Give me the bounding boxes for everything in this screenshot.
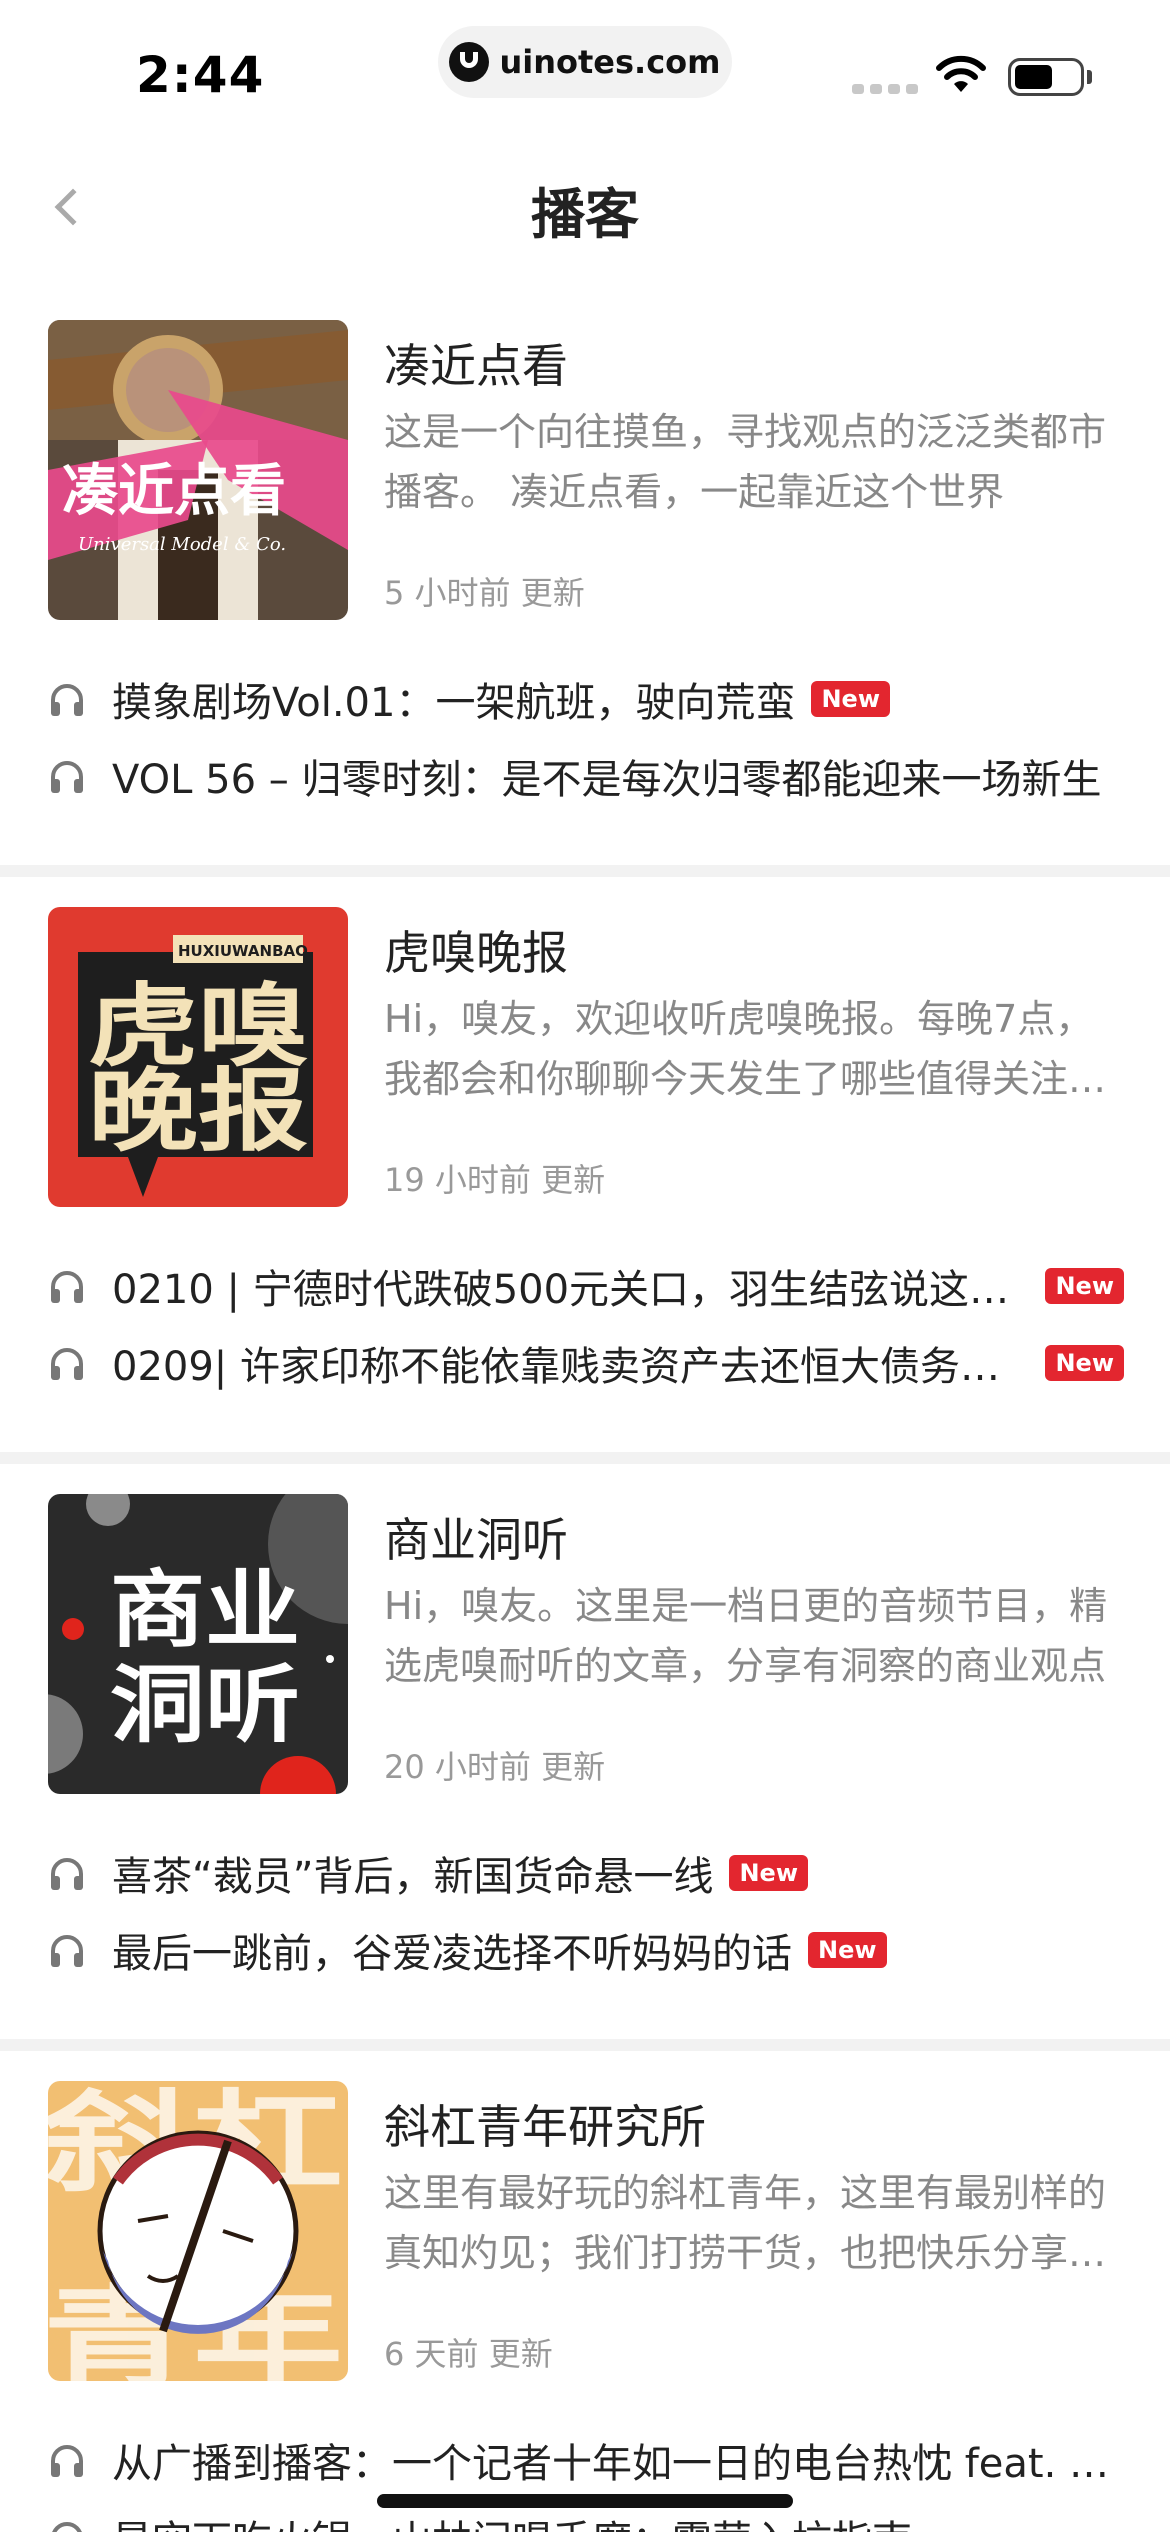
cover-subtext: HUXIUWANBAO xyxy=(178,942,308,960)
home-indicator[interactable] xyxy=(377,2494,793,2508)
site-logo-icon xyxy=(449,42,490,82)
episode-row[interactable]: 0210 | 宁德时代跌破500元关口，羽生结弦说这是他最后一次冬奥 New xyxy=(48,1247,1124,1324)
battery-icon xyxy=(1008,58,1084,96)
status-bar: 2:44 uinotes.com xyxy=(0,0,1170,130)
signal-icon xyxy=(852,84,918,94)
url-pill[interactable]: uinotes.com xyxy=(438,26,732,98)
url-text: uinotes.com xyxy=(499,43,721,81)
headphones-icon xyxy=(52,2521,82,2532)
podcast-title: 商业洞听 xyxy=(384,1513,568,1567)
headphones-icon xyxy=(51,683,83,716)
status-time: 2:44 xyxy=(136,46,265,104)
headphones-icon xyxy=(51,1857,83,1890)
episode-row[interactable]: 从广播到播客：一个记者十年如一日的电台热忱 feat. 电台主播 xyxy=(48,2421,1124,2498)
page-title: 播客 xyxy=(531,183,639,246)
headphones-icon xyxy=(51,2444,83,2477)
episode-list: 0210 | 宁德时代跌破500元关口，羽生结弦说这是他最后一次冬奥 New 0… xyxy=(48,1247,1124,1401)
podcast-description: Hi，嗅友，欢迎收听虎嗅晚报。每晚7点，我都会和你聊聊今天发生了哪些值得关注的商… xyxy=(384,997,1107,1101)
episode-title: 0210 | 宁德时代跌破500元关口，羽生结弦说这是他最后一次冬奥 xyxy=(112,1266,1032,1313)
new-badge: New xyxy=(811,680,891,717)
headphones-icon xyxy=(51,1934,83,1967)
cover-title-text-2: 晚报 xyxy=(88,1059,308,1164)
podcast-updated-time: 20 小时前 更新 xyxy=(384,1748,606,1786)
episode-title: 0209| 许家印称不能依靠贱卖资产去还恒大债务和减少损失 xyxy=(112,1343,1032,1390)
episode-title: 星空下吃火锅，山林间喝手磨：露营入坑指南 xyxy=(112,2508,912,2532)
podcast-card[interactable]: 商业 洞听 商业洞听 Hi，嗅友。这里是一档日更的音频节目，精选虎嗅耐听的文章，… xyxy=(0,1464,1170,2051)
episode-title: 从广播到播客：一个记者十年如一日的电台热忱 feat. 电台主播 xyxy=(112,2440,1122,2487)
headphones-icon xyxy=(51,1270,83,1303)
episode-row[interactable]: 喜茶“裁员”背后，新国货命悬一线 New xyxy=(48,1834,1124,1911)
cover-title-text-2: 洞听 xyxy=(110,1656,300,1754)
nav-bar: 播客 xyxy=(0,130,1170,280)
podcast-title: 凑近点看 xyxy=(384,339,568,393)
new-badge: New xyxy=(1045,1267,1124,1304)
new-badge: New xyxy=(808,1931,887,1968)
episode-row[interactable]: VOL 56 – 归零时刻：是不是每次归零都能迎来一场新生 xyxy=(48,737,1124,814)
podcast-updated-time: 6 天前 更新 xyxy=(384,2335,553,2373)
episode-list: 摸象剧场Vol.01：一架航班，驶向荒蛮 New VOL 56 – 归零时刻：是… xyxy=(48,660,1124,814)
podcast-updated-time: 5 小时前 更新 xyxy=(384,574,585,612)
episode-title: 摸象剧场Vol.01：一架航班，驶向荒蛮 xyxy=(112,679,796,726)
episode-list: 喜茶“裁员”背后，新国货命悬一线 New 最后一跳前，谷爱凌选择不听妈妈的话 N… xyxy=(48,1834,1124,1988)
headphones-icon xyxy=(51,760,83,793)
podcast-description: Hi，嗅友。这里是一档日更的音频节目，精选虎嗅耐听的文章，分享有洞察的商业观点 xyxy=(384,1584,1108,1688)
headphones-icon xyxy=(51,1347,83,1380)
episode-title: VOL 56 – 归零时刻：是不是每次归零都能迎来一场新生 xyxy=(112,756,1102,803)
podcast-cover: 斜杠 青年 xyxy=(48,2081,348,2381)
cover-title-text: 凑近点看 xyxy=(62,459,286,524)
podcast-cover: HUXIUWANBAO 虎嗅 晚报 xyxy=(48,907,348,1207)
wifi-icon xyxy=(936,55,986,92)
podcast-title: 斜杠青年研究所 xyxy=(384,2100,706,2154)
podcast-list: 凑近点看 Universal Model & Co. 凑近点看 这是一个向往摸鱼… xyxy=(0,290,1170,2532)
battery-cap xyxy=(1087,70,1092,84)
podcast-title: 虎嗅晚报 xyxy=(384,926,568,980)
episode-row[interactable]: 最后一跳前，谷爱凌选择不听妈妈的话 New xyxy=(48,1911,1124,1988)
new-badge: New xyxy=(729,1854,808,1891)
podcast-cover: 凑近点看 Universal Model & Co. xyxy=(48,320,348,620)
episode-list: 从广播到播客：一个记者十年如一日的电台热忱 feat. 电台主播 星空下吃火锅，… xyxy=(48,2421,1124,2532)
podcast-cover: 商业 洞听 xyxy=(48,1494,348,1794)
podcast-description: 这是一个向往摸鱼，寻找观点的泛泛类都市播客。 凑近点看，一起靠近这个世界 xyxy=(384,410,1107,514)
episode-row[interactable]: 摸象剧场Vol.01：一架航班，驶向荒蛮 New xyxy=(48,660,1124,737)
episode-row[interactable]: 0209| 许家印称不能依靠贱卖资产去还恒大债务和减少损失 New xyxy=(48,1324,1124,1401)
podcast-updated-time: 19 小时前 更新 xyxy=(384,1161,606,1199)
podcast-card[interactable]: 斜杠 青年 斜杠青年研究所 这里有最好玩的斜杠青年，这里有最别样的真知灼见；我们… xyxy=(0,2051,1170,2532)
episode-title: 喜茶“裁员”背后，新国货命悬一线 xyxy=(112,1853,714,1900)
new-badge: New xyxy=(1045,1344,1124,1381)
podcast-description: 这里有最好玩的斜杠青年，这里有最别样的真知灼见；我们打捞干货，也把快乐分享给你 xyxy=(384,2171,1107,2275)
cover-subtext: Universal Model & Co. xyxy=(78,534,286,555)
cover-title-text: 商业 xyxy=(110,1561,300,1659)
podcast-card[interactable]: HUXIUWANBAO 虎嗅 晚报 虎嗅晚报 Hi，嗅友，欢迎收听虎嗅晚报。每晚… xyxy=(0,877,1170,1464)
episode-title: 最后一跳前，谷爱凌选择不听妈妈的话 xyxy=(112,1930,792,1977)
podcast-card[interactable]: 凑近点看 Universal Model & Co. 凑近点看 这是一个向往摸鱼… xyxy=(0,290,1170,877)
